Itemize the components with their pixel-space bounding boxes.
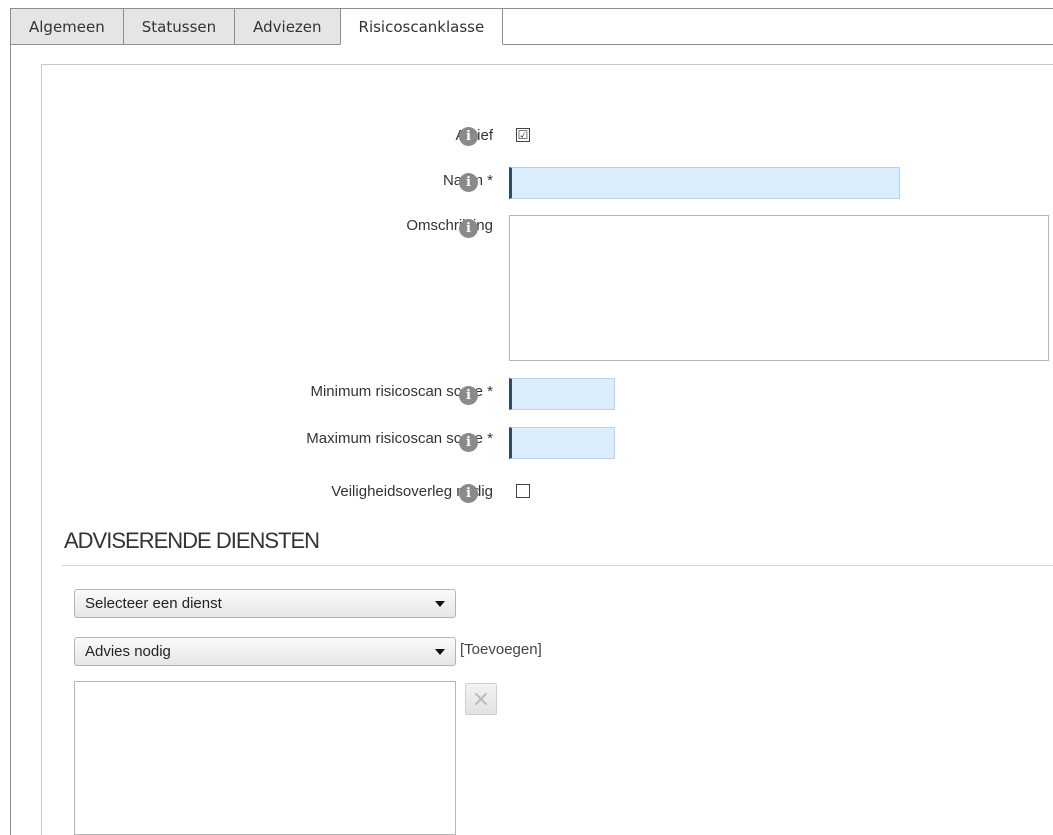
diensten-listbox[interactable] — [74, 681, 456, 835]
dienst-select-value: Selecteer een dienst — [85, 595, 222, 612]
remove-button[interactable]: × — [465, 683, 497, 715]
info-icon[interactable]: i — [459, 484, 478, 503]
actief-checkbox[interactable]: ☑ — [516, 128, 530, 142]
info-icon[interactable]: i — [459, 127, 478, 146]
row-veiligheidsoverleg: Veiligheidsoverleg nodig i — [42, 481, 1053, 503]
tab-risicoscanklasse[interactable]: Risicoscanklasse — [339, 8, 504, 45]
tab-adviezen[interactable]: Adviezen — [234, 8, 341, 45]
naam-input[interactable] — [509, 167, 900, 199]
row-maximum-score: Maximum risicoscan score * i — [42, 427, 1053, 461]
advies-select-value: Advies nodig — [85, 643, 171, 660]
caret-down-icon — [435, 600, 445, 607]
veiligheidsoverleg-checkbox[interactable] — [516, 484, 530, 498]
omschrijving-label: Omschrijving — [406, 217, 493, 234]
omschrijving-textarea[interactable] — [509, 215, 1049, 361]
tab-bar-filler — [502, 8, 1053, 45]
form-panel: Actief i ☑ Naam * i Omschrijving i Minim… — [41, 64, 1053, 835]
info-icon[interactable]: i — [459, 173, 478, 192]
maximum-score-input[interactable] — [509, 427, 615, 459]
section-title-adviserende-diensten: ADVISERENDE DIENSTEN — [64, 528, 320, 553]
info-icon[interactable]: i — [459, 433, 478, 452]
dienst-select[interactable]: Selecteer een dienst — [74, 589, 456, 618]
advies-select[interactable]: Advies nodig — [74, 637, 456, 666]
row-omschrijving: Omschrijving i — [42, 215, 1053, 363]
info-icon[interactable]: i — [459, 386, 478, 405]
info-icon[interactable]: i — [459, 219, 478, 238]
row-actief: Actief i ☑ — [42, 125, 1053, 147]
tab-statussen[interactable]: Statussen — [122, 8, 236, 45]
tab-content-border — [10, 44, 11, 835]
caret-down-icon — [435, 648, 445, 655]
toevoegen-link[interactable]: [Toevoegen] — [460, 641, 542, 658]
section-divider — [62, 565, 1053, 566]
tab-algemeen[interactable]: Algemeen — [10, 8, 124, 45]
row-naam: Naam * i — [42, 167, 1053, 201]
row-minimum-score: Minimum risicoscan score * i — [42, 378, 1053, 412]
tab-bar: Algemeen Statussen Adviezen Risicoscankl… — [10, 8, 1053, 45]
close-icon: × — [471, 686, 491, 712]
minimum-score-input[interactable] — [509, 378, 615, 410]
